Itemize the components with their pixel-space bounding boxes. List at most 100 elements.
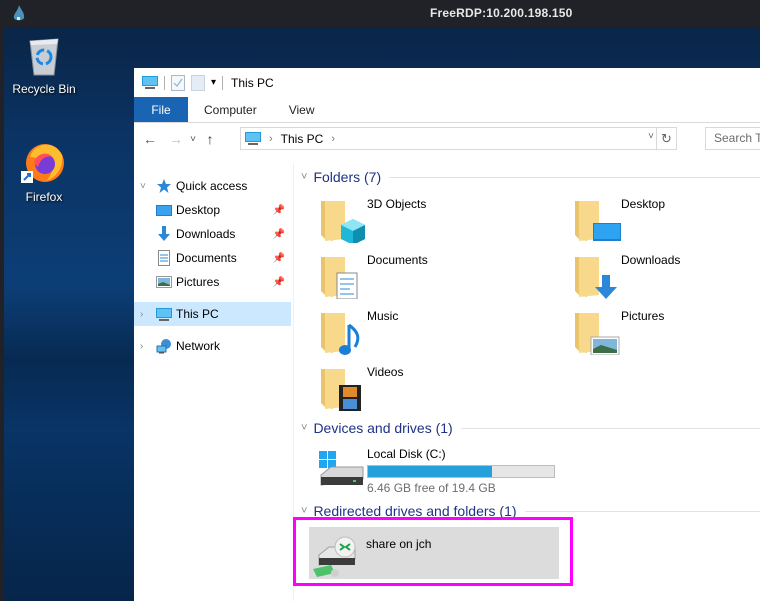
- rdp-titlebar: FreeRDP:10.200.198.150: [0, 0, 760, 27]
- pin-icon[interactable]: 📌: [273, 205, 285, 216]
- nav-downloads[interactable]: Downloads 📌: [134, 222, 291, 246]
- address-dropdown-icon[interactable]: ˅: [648, 131, 654, 142]
- folder-name: Documents: [367, 253, 428, 267]
- folder-name: Desktop: [621, 197, 666, 211]
- expand-chevron-icon[interactable]: ›: [140, 341, 150, 352]
- breadcrumb-separator[interactable]: ›: [331, 133, 335, 145]
- folder-desktop-icon: [575, 201, 621, 241]
- freerdp-logo-icon: [13, 5, 25, 21]
- folder-tile-pictures[interactable]: Pictures: [549, 305, 760, 359]
- customize-qat-icon[interactable]: ▾: [211, 77, 216, 88]
- this-pc-icon: [142, 75, 158, 89]
- drive-usage-bar: [367, 465, 555, 478]
- back-button[interactable]: ←: [140, 131, 160, 147]
- breadcrumb-this-pc[interactable]: This PC: [281, 132, 324, 146]
- local-disk-icon: [319, 451, 364, 486]
- rdp-title: FreeRDP:10.200.198.150: [430, 6, 573, 20]
- nav-this-pc-label: This PC: [176, 307, 219, 321]
- nav-pictures-label: Pictures: [176, 275, 220, 289]
- nav-quick-access[interactable]: ˅ Quick access: [134, 174, 291, 198]
- downloads-icon: [158, 226, 170, 241]
- nav-network-label: Network: [176, 339, 221, 353]
- navigation-bar: ← → ˅ ↑ › This PC › ˅ ↻ Search This PC: [134, 123, 760, 155]
- window-title: This PC: [231, 75, 274, 90]
- folder-name: Downloads: [621, 253, 681, 267]
- divider: [524, 510, 760, 512]
- nav-pictures[interactable]: Pictures 📌: [134, 270, 291, 294]
- drive-usage-fill: [368, 466, 493, 477]
- forward-button[interactable]: →: [166, 131, 186, 147]
- drive-free-space: 6.46 GB free of 19.4 GB: [367, 481, 496, 495]
- folder-tile-music[interactable]: Music: [295, 305, 545, 359]
- collapse-chevron-icon[interactable]: ˅: [140, 181, 150, 192]
- tab-file[interactable]: File: [134, 97, 188, 122]
- quick-access-star-icon: [157, 179, 171, 193]
- drive-name: Local Disk (C:): [367, 447, 446, 461]
- properties-icon[interactable]: [171, 74, 185, 91]
- pin-icon[interactable]: 📌: [273, 277, 285, 288]
- network-icon: [156, 339, 171, 354]
- divider: [389, 176, 760, 178]
- expand-chevron-icon[interactable]: ›: [140, 309, 150, 320]
- group-collapse-icon[interactable]: ˅: [301, 505, 307, 517]
- search-input[interactable]: Search This PC: [705, 127, 760, 150]
- desktop-icon-firefox[interactable]: Firefox: [4, 137, 84, 204]
- folder-pictures-icon: [575, 313, 620, 355]
- this-pc-icon: [156, 308, 172, 321]
- group-title-folders: Folders (7): [313, 169, 382, 185]
- folder-name: 3D Objects: [367, 197, 427, 211]
- folder-tile-documents[interactable]: Documents: [295, 249, 545, 303]
- group-header-devices[interactable]: ˅ Devices and drives (1): [301, 418, 760, 438]
- divider: [460, 427, 760, 429]
- folder-name: Music: [367, 309, 399, 323]
- refresh-button[interactable]: ↻: [656, 128, 676, 149]
- folder-3d-objects-icon: [321, 201, 365, 243]
- up-button[interactable]: ↑: [200, 131, 220, 147]
- desktop-icon-recycle-bin[interactable]: Recycle Bin: [4, 35, 84, 96]
- breadcrumb-separator[interactable]: ›: [269, 133, 273, 145]
- quick-access-toolbar: ▾ This PC: [134, 68, 760, 97]
- folder-tile-3d-objects[interactable]: 3D Objects: [295, 193, 545, 247]
- nav-documents-label: Documents: [176, 251, 237, 265]
- folder-name: Videos: [367, 365, 404, 379]
- recycle-bin-icon: [29, 38, 59, 76]
- folder-downloads-icon: [575, 257, 617, 299]
- group-title-devices: Devices and drives (1): [313, 420, 453, 436]
- address-bar[interactable]: › This PC › ˅ ↻: [240, 127, 677, 150]
- group-header-folders[interactable]: ˅ Folders (7): [301, 167, 760, 187]
- navigation-pane: ˅ Quick access Desktop 📌 Downloads 📌 Doc…: [134, 163, 294, 601]
- tab-computer[interactable]: Computer: [188, 97, 273, 122]
- pin-icon[interactable]: 📌: [273, 229, 285, 240]
- folder-documents-icon: [321, 257, 358, 299]
- drive-tile-local-disk[interactable]: Local Disk (C:) 6.46 GB free of 19.4 GB: [295, 443, 595, 497]
- new-folder-icon[interactable]: [191, 74, 205, 91]
- pictures-icon: [156, 276, 172, 288]
- group-collapse-icon[interactable]: ˅: [301, 422, 307, 434]
- pin-icon[interactable]: 📌: [273, 253, 285, 264]
- ribbon-tabs: File Computer View: [134, 97, 760, 123]
- nav-network[interactable]: › Network: [134, 334, 291, 358]
- folder-videos-icon: [321, 369, 361, 411]
- folder-name: Pictures: [621, 309, 665, 323]
- nav-quick-access-label: Quick access: [176, 179, 248, 193]
- nav-documents[interactable]: Documents 📌: [134, 246, 291, 270]
- recent-locations-button[interactable]: ˅: [186, 134, 200, 145]
- separator: [222, 75, 224, 90]
- nav-this-pc[interactable]: › This PC: [134, 302, 291, 326]
- group-collapse-icon[interactable]: ˅: [301, 171, 307, 183]
- nav-downloads-label: Downloads: [176, 227, 236, 241]
- desktop-icon: [156, 205, 172, 216]
- nav-desktop[interactable]: Desktop 📌: [134, 198, 291, 222]
- folder-music-icon: [321, 313, 360, 355]
- nav-desktop-label: Desktop: [176, 203, 221, 217]
- firefox-icon: [21, 144, 64, 183]
- folder-tile-desktop[interactable]: Desktop: [549, 193, 760, 247]
- documents-icon: [158, 250, 170, 266]
- separator: [164, 75, 165, 90]
- folder-tile-downloads[interactable]: Downloads: [549, 249, 760, 303]
- folder-tile-videos[interactable]: Videos: [295, 361, 545, 415]
- this-pc-icon: [245, 131, 261, 145]
- tab-view[interactable]: View: [273, 97, 331, 122]
- firefox-label: Firefox: [25, 190, 63, 204]
- highlight-annotation: [293, 517, 573, 586]
